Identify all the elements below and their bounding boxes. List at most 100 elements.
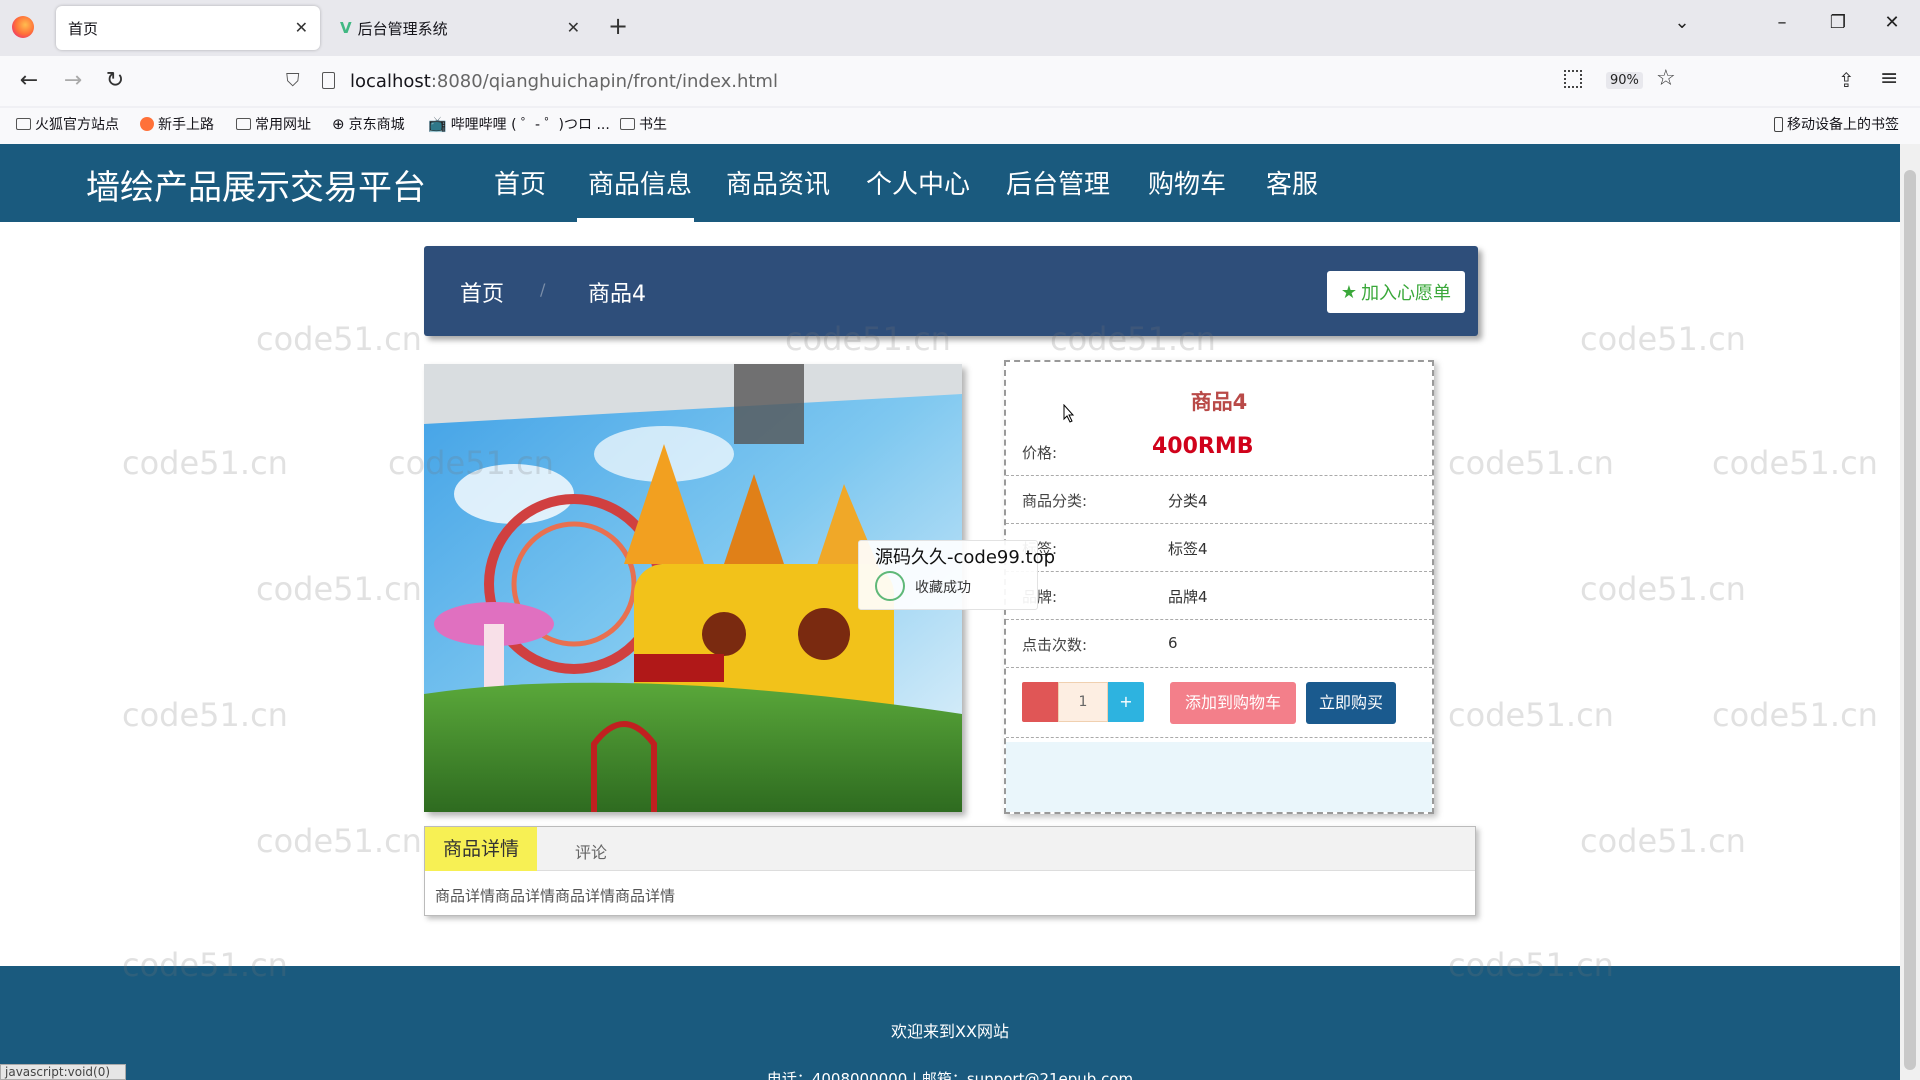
folder-icon [16, 118, 31, 130]
watermark: code51.cn [1580, 570, 1746, 608]
tab-admin-label: 后台管理系统 [357, 19, 448, 38]
page-viewport: 墙绘产品展示交易平台 首页 商品信息 商品资讯 个人中心 后台管理 购物车 客服… [0, 144, 1900, 1080]
tab-home[interactable]: 首页 ✕ [56, 6, 320, 50]
add-to-wishlist-button[interactable]: ★ 加入心愿单 [1327, 271, 1465, 313]
breadcrumb-separator: / [540, 280, 546, 299]
nav-home[interactable]: 首页 [494, 164, 546, 201]
status-bar: javascript:void(0) [0, 1064, 126, 1080]
nav-profile[interactable]: 个人中心 [866, 164, 970, 201]
nav-news[interactable]: 商品资讯 [726, 164, 830, 201]
wishlist-label: 加入心愿单 [1361, 283, 1452, 304]
new-tab-button[interactable]: + [608, 12, 628, 40]
qr-code-icon[interactable] [1564, 70, 1582, 88]
product-tabs: 商品详情 评论 商品详情商品详情商品详情商品详情 [424, 826, 1476, 916]
nav-service[interactable]: 客服 [1266, 164, 1318, 201]
tab-home-label: 首页 [68, 19, 99, 38]
minimize-button[interactable]: – [1762, 12, 1802, 42]
firefox-icon [12, 16, 34, 38]
breadcrumb-home[interactable]: 首页 [460, 276, 504, 308]
page-icon [322, 72, 335, 89]
product-detail-text: 商品详情商品详情商品详情商品详情 [435, 887, 676, 905]
watermark: code51.cn [256, 320, 422, 358]
folder-icon [620, 118, 635, 130]
watermark: code51.cn [256, 570, 422, 608]
extensions-icon[interactable]: ⇪ [1838, 68, 1855, 92]
watermark: code51.cn [122, 444, 288, 482]
mouse-cursor-icon [1063, 404, 1075, 423]
price-value: 400RMB [1152, 434, 1254, 459]
menu-icon[interactable]: ≡ [1880, 66, 1898, 91]
star-icon[interactable]: ☆ [1656, 66, 1676, 91]
quantity-increase-button[interactable]: + [1108, 682, 1144, 722]
close-window-button[interactable]: ✕ [1872, 12, 1912, 42]
tab-bar: 首页 ✕ V 后台管理系统 ✕ + ⌄ – ❐ ✕ [0, 0, 1920, 56]
bookmark-label: 书生 [639, 117, 667, 133]
purchase-row: 1 + 添加到购物车 立即购买 [1006, 668, 1432, 738]
add-to-cart-button[interactable]: 添加到购物车 [1170, 682, 1296, 724]
nav-cart[interactable]: 购物车 [1148, 164, 1226, 201]
nav-admin[interactable]: 后台管理 [1006, 164, 1110, 201]
bookmark-label: 常用网址 [255, 117, 311, 133]
reload-icon[interactable]: ↻ [100, 66, 130, 96]
info-panel-footer [1006, 742, 1432, 812]
shield-icon[interactable]: ⛉ [286, 70, 300, 91]
active-nav-indicator [577, 218, 694, 222]
bookmark-mobile[interactable]: 移动设备上的书签 [1774, 114, 1899, 134]
globe-icon: ⊕ [332, 115, 345, 133]
url-host: localhost [350, 70, 431, 92]
product-info-panel: 商品4 价格: 400RMB 商品分类: 分类4 标签: 标签4 品牌: 品牌4… [1004, 360, 1434, 814]
bookmark-bilibili[interactable]: 📺 哔哩哔哩 ( ゜- ゜)つロ ... [428, 114, 610, 134]
tab-admin[interactable]: V 后台管理系统 ✕ [328, 6, 592, 50]
tab-comments[interactable]: 评论 [575, 839, 607, 863]
bookmark-shusheng[interactable]: 书生 [620, 114, 667, 134]
zoom-level[interactable]: 90% [1606, 72, 1643, 89]
bookmark-label: 移动设备上的书签 [1787, 117, 1899, 133]
tab-product-detail[interactable]: 商品详情 [425, 827, 537, 871]
close-tab-icon[interactable]: ✕ [567, 18, 580, 37]
tabs-header: 商品详情 评论 [425, 827, 1475, 871]
footer-contact: 电话：4008000000 | 邮箱：support@21epub.com [766, 1070, 1134, 1080]
bookmark-newbie[interactable]: 新手上路 [140, 114, 214, 134]
watermark: code51.cn [1580, 320, 1746, 358]
quantity-input[interactable]: 1 [1058, 682, 1108, 722]
url-path: :8080/qianghuichapin/front/index.html [430, 70, 778, 92]
breadcrumb: 首页 / 商品4 ★ 加入心愿单 [424, 246, 1478, 336]
toast-text: 收藏成功 [915, 580, 971, 596]
tag-value: 标签4 [1168, 540, 1208, 558]
site-header: 墙绘产品展示交易平台 首页 商品信息 商品资讯 个人中心 后台管理 购物车 客服 [0, 144, 1900, 222]
close-tab-icon[interactable]: ✕ [295, 18, 308, 37]
tab-list-icon[interactable]: ⌄ [1662, 12, 1702, 42]
mobile-icon [1774, 116, 1783, 132]
bookmark-firefox[interactable]: 火狐官方站点 [16, 114, 119, 134]
bookmark-common[interactable]: 常用网址 [236, 114, 311, 134]
watermark: code51.cn [1712, 444, 1878, 482]
toast-watermark: 源码久久-code99.top [875, 547, 1056, 568]
back-icon[interactable]: ← [14, 66, 44, 96]
category-row: 商品分类: 分类4 [1006, 476, 1432, 524]
footer-welcome: 欢迎来到XX网站 [891, 1022, 1009, 1041]
browser-chrome: 首页 ✕ V 后台管理系统 ✕ + ⌄ – ❐ ✕ ← → ↻ ⛉ localh… [0, 0, 1920, 144]
bookmark-jd[interactable]: ⊕ 京东商城 [332, 114, 405, 134]
breadcrumb-current: 商品4 [588, 282, 646, 307]
clicks-value: 6 [1168, 634, 1178, 652]
forward-icon[interactable]: → [58, 66, 88, 96]
smile-icon [875, 571, 905, 601]
bookmark-label: 新手上路 [158, 117, 214, 133]
nav-products[interactable]: 商品信息 [588, 164, 692, 201]
scrollbar-thumb[interactable] [1904, 170, 1916, 1070]
bilibili-icon: 📺 [428, 115, 447, 133]
price-row: 价格: 400RMB [1006, 428, 1432, 476]
bookmark-label: 火狐官方站点 [35, 117, 119, 133]
quantity-decrease-button[interactable] [1022, 682, 1058, 722]
watermark: code51.cn [1448, 444, 1614, 482]
maximize-button[interactable]: ❐ [1818, 12, 1858, 42]
url-bar[interactable]: localhost:8080/qianghuichapin/front/inde… [350, 62, 1150, 100]
star-icon: ★ [1340, 281, 1358, 303]
site-title: 墙绘产品展示交易平台 [86, 168, 426, 208]
toast-message: 源码久久-code99.top 收藏成功 [858, 540, 1055, 610]
buy-now-button[interactable]: 立即购买 [1306, 682, 1396, 724]
clicks-row: 点击次数: 6 [1006, 620, 1432, 668]
folder-icon [236, 118, 251, 130]
watermark: code51.cn [1712, 696, 1878, 734]
watermark: code51.cn [256, 822, 422, 860]
